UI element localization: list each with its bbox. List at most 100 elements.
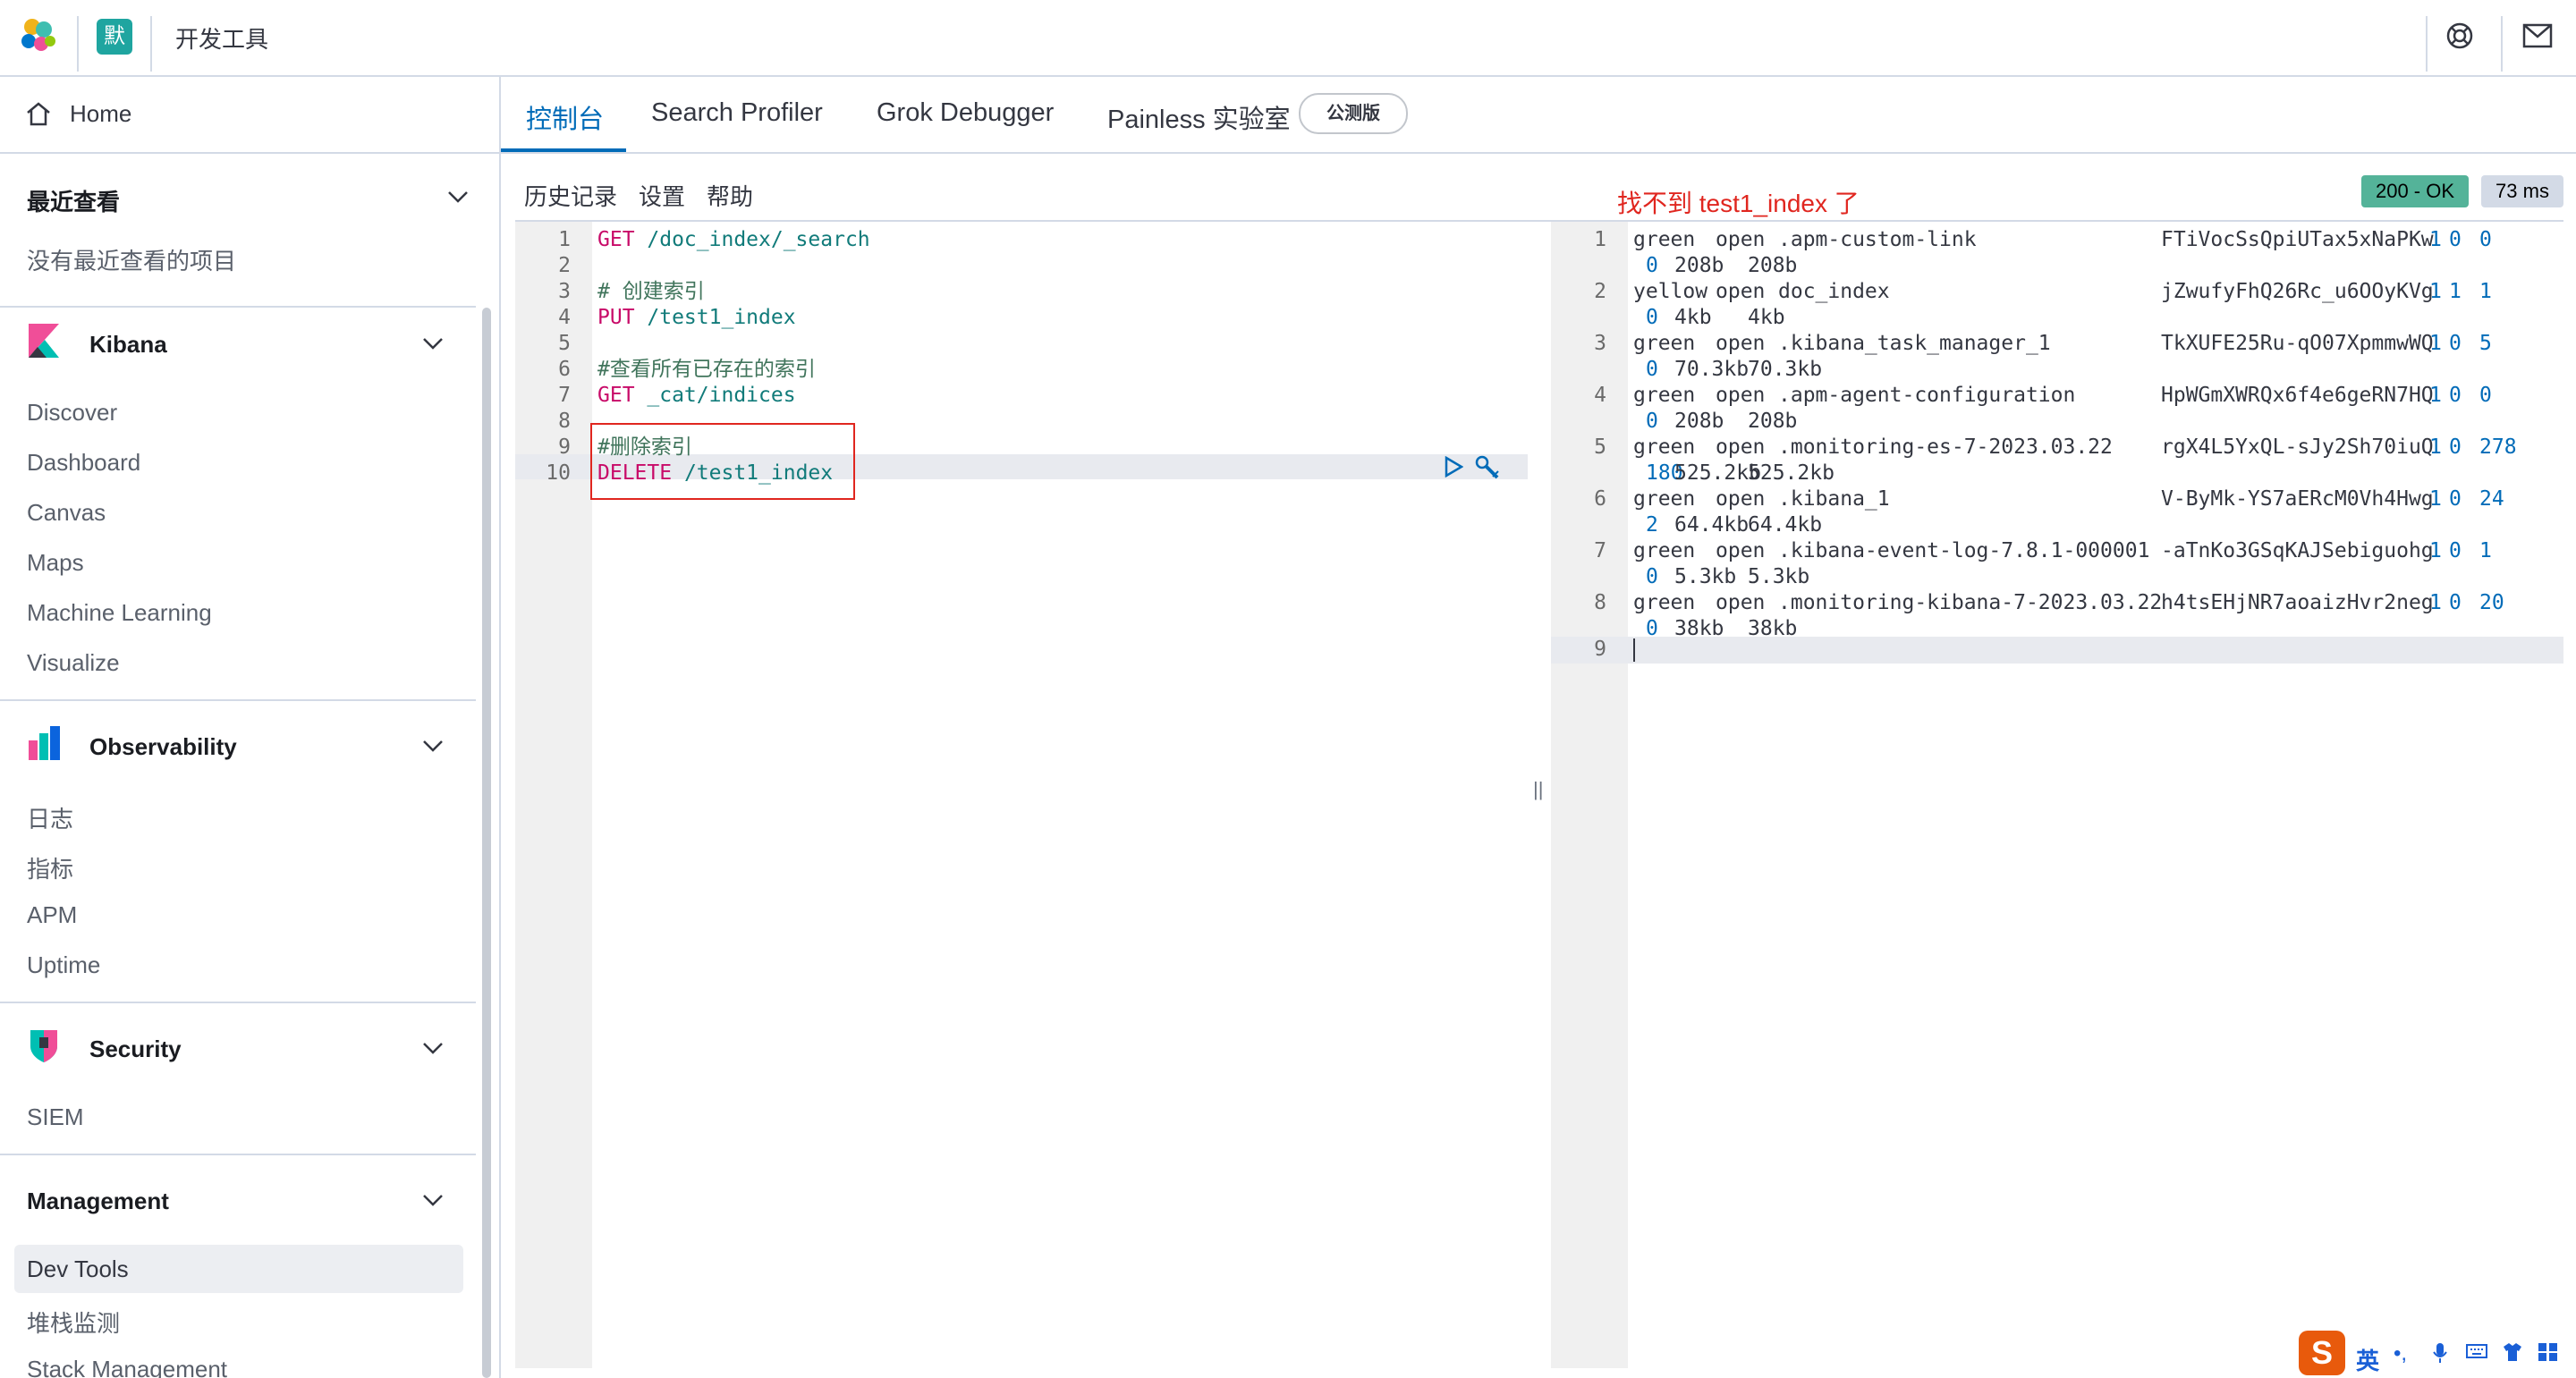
cell-docs-count: 1 <box>2479 280 2492 303</box>
security-group-header[interactable]: Security <box>89 1036 182 1063</box>
resize-handle-icon[interactable]: || <box>1533 778 1543 801</box>
cell-docs-deleted: 0 <box>1646 358 1658 381</box>
cell-rep: 0 <box>2449 228 2462 251</box>
request-time-badge: 73 ms <box>2481 175 2563 207</box>
line-number: 6 <box>1594 487 1606 511</box>
cell-index: .kibana-event-log-7.8.1-000001 <box>1778 539 2150 562</box>
space-avatar[interactable]: 默 <box>97 19 132 55</box>
line-number: 9 <box>1594 638 1606 661</box>
code-line[interactable]: # 创建索引 <box>597 279 705 305</box>
microphone-icon[interactable] <box>2431 1341 2449 1365</box>
sidebar-item-metrics[interactable]: 指标 <box>27 851 73 884</box>
sidebar-scrollbar[interactable] <box>482 308 491 1378</box>
sidebar-item-home[interactable]: Home <box>0 77 499 154</box>
sidebar-item-dev-tools[interactable]: Dev Tools <box>27 1255 129 1283</box>
sidebar-item-machine-learning[interactable]: Machine Learning <box>27 599 212 627</box>
sidebar-item-label: Home <box>70 100 132 127</box>
chevron-down-icon[interactable] <box>422 336 444 351</box>
sidebar-item-maps[interactable]: Maps <box>27 549 84 577</box>
tab-search-profiler[interactable]: Search Profiler <box>651 98 823 128</box>
cell-index: doc_index <box>1778 280 1890 303</box>
cell-index: .apm-custom-link <box>1778 228 1977 251</box>
chevron-down-icon[interactable] <box>422 739 444 753</box>
sidebar-item-visualize[interactable]: Visualize <box>27 649 120 677</box>
tab-console[interactable]: 控制台 <box>526 98 604 136</box>
chevron-down-icon[interactable] <box>422 1041 444 1055</box>
cell-store-size: 4kb <box>1674 306 1712 329</box>
cell-pri: 1 <box>2429 332 2442 355</box>
line-number: 2 <box>1594 280 1606 303</box>
kibana-group-header[interactable]: Kibana <box>89 331 167 359</box>
code-line[interactable]: GET /doc_index/_search <box>597 227 870 253</box>
chevron-down-icon[interactable] <box>422 1193 444 1207</box>
cell-health: green <box>1633 591 1696 614</box>
app-title: 开发工具 <box>175 26 269 53</box>
cell-index: .monitoring-es-7-2023.03.22 <box>1778 435 2113 459</box>
sidebar-item-apm[interactable]: APM <box>27 901 77 929</box>
sogou-logo-icon[interactable]: S <box>2299 1331 2345 1375</box>
wrench-icon[interactable] <box>1474 454 1501 481</box>
divider <box>0 1002 476 1003</box>
help-button[interactable]: 帮助 <box>707 179 753 212</box>
line-number: 1 <box>1594 228 1606 251</box>
cell-health: green <box>1633 384 1696 407</box>
cell-docs-count: 5 <box>2479 332 2492 355</box>
request-editor[interactable]: 1 GET /doc_index/_search 2 3 # 创建索引 4 PUT /tes… <box>515 222 1528 1368</box>
cell-store-size: 5.3kb <box>1674 565 1737 588</box>
code-line[interactable]: #查看所有已存在的索引 <box>597 357 816 383</box>
observability-group-header[interactable]: Observability <box>89 733 237 761</box>
sidebar-item-canvas[interactable]: Canvas <box>27 499 106 527</box>
skin-icon[interactable] <box>2501 1341 2524 1363</box>
cell-rep: 0 <box>2449 539 2462 562</box>
cell-status: open <box>1716 591 1766 614</box>
annotation-box <box>590 423 855 500</box>
cell-pri-store-size: 4kb <box>1748 306 1785 329</box>
tab-grok-debugger[interactable]: Grok Debugger <box>877 98 1054 128</box>
elastic-logo-icon[interactable] <box>16 14 59 57</box>
cell-docs-deleted: 0 <box>1646 306 1658 329</box>
keyboard-icon[interactable] <box>2465 1341 2488 1361</box>
toolbox-icon[interactable] <box>2537 1341 2560 1363</box>
header-divider <box>150 16 152 72</box>
kibana-logo-icon <box>29 324 59 358</box>
cell-pri-store-size: 70.3kb <box>1748 358 1823 381</box>
cell-docs-deleted: 0 <box>1646 254 1658 277</box>
help-icon[interactable] <box>2445 21 2474 50</box>
punctuation-icon[interactable]: •, <box>2394 1341 2407 1366</box>
text-cursor <box>1633 638 1635 662</box>
mail-icon[interactable] <box>2522 23 2553 48</box>
sidebar-item-stack-monitoring[interactable]: 堆栈监测 <box>27 1306 120 1339</box>
sidebar-item-uptime[interactable]: Uptime <box>27 951 100 979</box>
cell-docs-count: 0 <box>2479 228 2492 251</box>
line-number: 10 <box>546 461 571 485</box>
tab-painless-lab[interactable]: Painless 实验室 <box>1107 98 1291 136</box>
code-line[interactable]: PUT /test1_index <box>597 305 796 331</box>
sidebar-item-stack-management[interactable]: Stack Management <box>27 1356 227 1378</box>
cell-docs-count: 1 <box>2479 539 2492 562</box>
cell-rep: 0 <box>2449 435 2462 459</box>
sidebar-item-discover[interactable]: Discover <box>27 399 117 427</box>
cell-docs-deleted: 0 <box>1646 565 1658 588</box>
top-header: 默 开发工具 <box>0 0 2576 77</box>
recent-header[interactable]: 最近查看 <box>27 184 120 217</box>
sidebar-item-siem[interactable]: SIEM <box>27 1103 84 1131</box>
pane-resizer[interactable]: || <box>1528 222 1551 1368</box>
chevron-down-icon[interactable] <box>447 190 469 204</box>
sidebar-item-dashboard[interactable]: Dashboard <box>27 449 140 477</box>
cell-status: open <box>1716 539 1766 562</box>
cell-index: .kibana_task_manager_1 <box>1778 332 2051 355</box>
management-group-header[interactable]: Management <box>27 1188 169 1215</box>
cell-index: .apm-agent-configuration <box>1778 384 2076 407</box>
settings-button[interactable]: 设置 <box>639 179 685 212</box>
history-button[interactable]: 历史记录 <box>524 179 617 212</box>
cell-store-size: 208b <box>1674 410 1724 433</box>
ime-language[interactable]: 英 <box>2356 1343 2379 1376</box>
sidebar-item-logs[interactable]: 日志 <box>27 801 73 834</box>
cell-pri-store-size: 208b <box>1748 410 1798 433</box>
cell-uuid: jZwufyFhQ26Rc_u6OOyKVg <box>2161 280 2434 303</box>
dev-tools-tabs: 控制台 Search Profiler Grok Debugger Painle… <box>501 77 2576 154</box>
run-request-icon[interactable] <box>1444 456 1463 478</box>
cell-rep: 0 <box>2449 487 2462 511</box>
response-output[interactable]: 1 green open .apm-custom-link FTiVocSsQpiUTa… <box>1551 222 2563 1368</box>
code-line[interactable]: GET _cat/indices <box>597 383 796 409</box>
